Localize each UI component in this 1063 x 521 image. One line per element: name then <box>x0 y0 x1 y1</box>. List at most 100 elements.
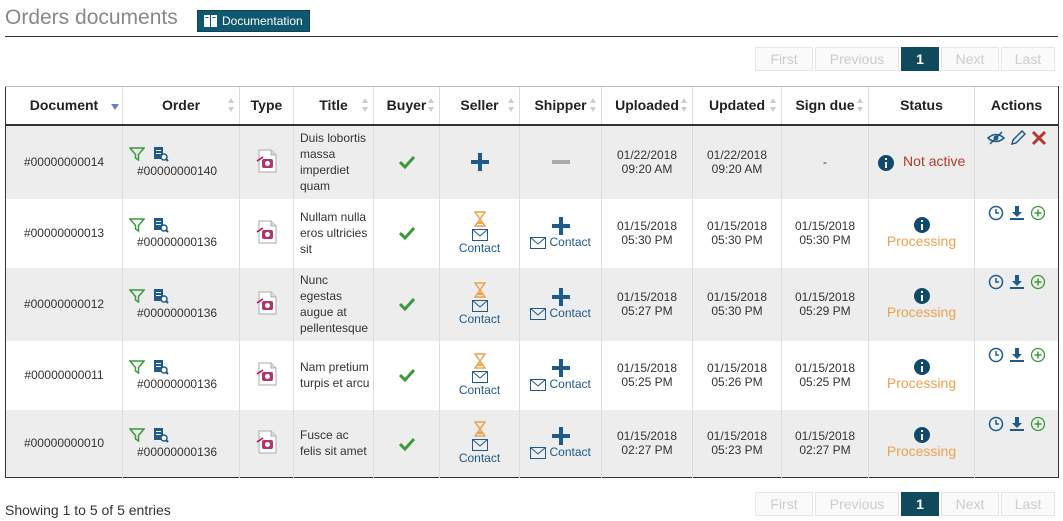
add-circle-icon[interactable] <box>1030 347 1046 363</box>
pdf-file-icon[interactable] <box>256 430 278 454</box>
envelope-icon[interactable] <box>530 236 547 249</box>
column-header-buyer[interactable]: Buyer <box>373 86 440 125</box>
plus-icon[interactable] <box>551 217 570 235</box>
clock-icon[interactable] <box>988 347 1004 363</box>
status-badge: Processing <box>886 443 957 460</box>
order-number[interactable]: #00000000140 <box>123 164 239 178</box>
seller-contact-link[interactable]: Contact <box>440 312 519 326</box>
shipper-cell: Contact <box>519 340 602 410</box>
sort-icon <box>590 98 597 112</box>
column-header-seller[interactable]: Seller <box>439 86 520 125</box>
status-cell: Not active <box>868 124 975 199</box>
order-number[interactable]: #00000000136 <box>123 445 239 459</box>
documentation-button[interactable]: Documentation <box>197 10 310 32</box>
pdf-file-icon[interactable] <box>256 149 278 173</box>
column-header-uploaded[interactable]: Uploaded <box>601 86 693 125</box>
download-icon[interactable] <box>1009 205 1025 221</box>
shipper-contact-link[interactable]: Contact <box>549 306 590 320</box>
updated-cell: 01/15/2018 05:23 PM <box>692 409 782 478</box>
updated-cell: 01/22/2018 09:20 AM <box>692 124 782 199</box>
envelope-icon[interactable] <box>471 228 488 241</box>
column-header-title[interactable]: Title <box>293 86 374 125</box>
order-number[interactable]: #00000000136 <box>123 377 239 391</box>
shipper-contact-link[interactable]: Contact <box>549 377 590 391</box>
updated-cell: 01/15/2018 05:30 PM <box>692 198 782 268</box>
pager-page-1-button[interactable]: 1 <box>901 492 939 516</box>
order-number[interactable]: #00000000136 <box>123 306 239 320</box>
document-search-icon[interactable] <box>153 217 169 233</box>
actions-cell <box>974 340 1059 410</box>
envelope-icon[interactable] <box>530 378 547 391</box>
clock-icon[interactable] <box>988 416 1004 432</box>
document-id: #00000000012 <box>5 267 123 341</box>
status-cell: Processing <box>868 340 975 410</box>
pdf-file-icon[interactable] <box>256 291 278 315</box>
filter-icon[interactable] <box>129 217 145 233</box>
status-cell: Processing <box>868 198 975 268</box>
envelope-icon[interactable] <box>471 439 488 452</box>
seller-contact-link[interactable]: Contact <box>440 383 519 397</box>
shipper-contact-link[interactable]: Contact <box>549 445 590 459</box>
type-cell <box>239 409 294 478</box>
pager-previous-button[interactable]: Previous <box>815 492 899 516</box>
documents-table: Document Order Type Title Buyer Seller S… <box>5 86 1059 478</box>
hourglass-icon <box>473 353 486 369</box>
shipper-contact-link[interactable]: Contact <box>549 235 590 249</box>
envelope-icon[interactable] <box>530 307 547 320</box>
add-circle-icon[interactable] <box>1030 205 1046 221</box>
pdf-file-icon[interactable] <box>256 362 278 386</box>
sign-due-cell: 01/15/2018 05:29 PM <box>781 267 869 341</box>
pencil-icon[interactable] <box>1010 129 1026 146</box>
pager-next-button[interactable]: Next <box>941 47 999 71</box>
order-number[interactable]: #00000000136 <box>123 235 239 249</box>
plus-icon[interactable] <box>551 288 570 306</box>
envelope-icon[interactable] <box>530 447 547 460</box>
clock-icon[interactable] <box>988 205 1004 221</box>
column-header-sign-due[interactable]: Sign due <box>781 86 869 125</box>
seller-contact-link[interactable]: Contact <box>440 241 519 255</box>
envelope-icon[interactable] <box>471 370 488 383</box>
column-header-updated[interactable]: Updated <box>692 86 782 125</box>
filter-icon[interactable] <box>129 146 145 162</box>
pdf-file-icon[interactable] <box>256 220 278 244</box>
add-circle-icon[interactable] <box>1030 416 1046 432</box>
envelope-icon[interactable] <box>471 299 488 312</box>
column-header-document[interactable]: Document <box>5 86 123 125</box>
eye-slash-icon[interactable] <box>986 130 1005 146</box>
filter-icon[interactable] <box>129 359 145 375</box>
delete-icon[interactable] <box>1031 130 1047 146</box>
pager-page-1-button[interactable]: 1 <box>901 47 939 71</box>
plus-icon[interactable] <box>470 153 489 171</box>
seller-cell <box>439 124 520 199</box>
filter-icon[interactable] <box>129 427 145 443</box>
clock-icon[interactable] <box>988 274 1004 290</box>
filter-icon[interactable] <box>129 288 145 304</box>
plus-icon[interactable] <box>551 427 570 446</box>
column-header-shipper[interactable]: Shipper <box>519 86 602 125</box>
pager-next-button[interactable]: Next <box>941 492 999 516</box>
hourglass-icon <box>473 211 486 227</box>
add-circle-icon[interactable] <box>1030 274 1046 290</box>
actions-cell <box>974 124 1059 199</box>
status-cell: Processing <box>868 267 975 341</box>
plus-icon[interactable] <box>551 359 570 377</box>
download-icon[interactable] <box>1009 347 1025 363</box>
document-id: #00000000013 <box>5 198 123 268</box>
pager-last-button[interactable]: Last <box>1001 492 1055 516</box>
page-header: Orders documents Documentation <box>5 0 1058 37</box>
column-header-order[interactable]: Order <box>122 86 240 125</box>
pager-first-button[interactable]: First <box>755 47 813 71</box>
document-search-icon[interactable] <box>153 146 169 162</box>
type-cell <box>239 198 294 268</box>
pager-first-button[interactable]: First <box>755 492 813 516</box>
document-search-icon[interactable] <box>153 359 169 375</box>
download-icon[interactable] <box>1009 274 1025 290</box>
document-search-icon[interactable] <box>153 288 169 304</box>
download-icon[interactable] <box>1009 416 1025 432</box>
hourglass-icon <box>473 282 486 298</box>
pager-previous-button[interactable]: Previous <box>815 47 899 71</box>
seller-contact-link[interactable]: Contact <box>440 451 519 465</box>
pager-last-button[interactable]: Last <box>1001 47 1055 71</box>
document-search-icon[interactable] <box>153 427 169 443</box>
column-header-type: Type <box>239 86 294 125</box>
